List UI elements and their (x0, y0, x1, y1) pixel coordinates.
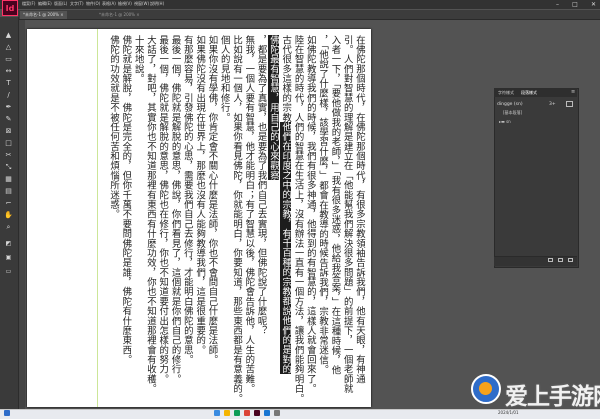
screen-mode-icon[interactable]: ▭ (4, 267, 13, 276)
note-tool-icon[interactable]: ▤ (4, 187, 13, 196)
panel-footer (494, 256, 577, 266)
margin-guide (97, 29, 98, 407)
style-item-sn[interactable]: ▸▬ sn (499, 119, 511, 124)
tab-paragraph-styles[interactable]: 段落樣式 (521, 90, 537, 96)
text-column: 個人的見地和修行。 (218, 35, 230, 123)
style-group-label[interactable]: dingge (sn) (497, 102, 523, 107)
minimize-icon[interactable]: – (556, 1, 559, 8)
selected-text: 佛陀最有智慧，用自己的心來觀察 (267, 35, 279, 181)
watermark-logo-dot (479, 382, 492, 395)
text-column: 佛陀的功效就是不被任何苦和煩惱所迷惑。 (108, 35, 120, 220)
selection-tool-icon[interactable]: ▲ (4, 31, 13, 40)
taskbar-app-icon[interactable] (244, 410, 250, 416)
style-item-label: sn (506, 119, 511, 124)
text-column: 如果你沒有學佛，你肯定會不關心什麼是法師，你也不會問自己什麼是法師。 (206, 35, 218, 365)
direct-selection-tool-icon[interactable]: △ (4, 43, 13, 52)
taskbar-indesign-icon[interactable] (254, 410, 260, 416)
hand-tool-icon[interactable]: ✋ (4, 211, 13, 220)
page-tool-icon[interactable]: ▭ (4, 55, 13, 64)
taskbar-app-icon[interactable] (234, 410, 240, 416)
vertical-text-frame[interactable]: 在佛陀那個時代，在佛陀那個時代，有很多宗教領袖告訴我們，他有天眼，有神通 引。人… (107, 35, 365, 405)
taskbar-app-icon[interactable] (264, 410, 270, 416)
taskbar-app-icon[interactable] (224, 410, 230, 416)
text-column: 無我，一個人要有智慧，他才能明白；有了智慧以後，佛陀會告訴他，人生的苦難。 (243, 35, 255, 394)
text-column: 古代很多這樣的宗教他們在印度之中的宗教，有千百種的宗教都說他們的是對的 (279, 35, 292, 405)
tab-document-1[interactable]: *未命名-1 @ 200% × (20, 11, 67, 19)
apply-color-icon[interactable]: ▣ (4, 253, 13, 262)
type-tool-icon[interactable]: T (4, 79, 13, 88)
line-tool-icon[interactable]: / (4, 91, 13, 100)
text-column: 佛陀最有智慧，用自己的心來觀察 (267, 35, 279, 405)
rectangle-frame-tool-icon[interactable]: ⊠ (4, 127, 13, 136)
text-column: ，都是要為了真實，也是要為了我們自己去實現，但佛陀說了什麼呢？ (255, 35, 267, 336)
pencil-tool-icon[interactable]: ✎ (4, 115, 13, 124)
vertical-ruler (19, 20, 25, 409)
menu-item-view[interactable]: 檢視(V) (118, 1, 132, 7)
taskbar-app-icon[interactable] (214, 410, 220, 416)
tab-character-styles[interactable]: 字符樣式 (498, 90, 514, 96)
pen-tool-icon[interactable]: ✒ (4, 103, 13, 112)
menu-item-layout[interactable]: 版面(L) (54, 1, 67, 7)
menu-item-window[interactable]: 視窗(W) (134, 1, 149, 7)
text-column: 有那麼容易，引發佛陀的心思，需要我們自己去修行，才能明白佛陀的意思。 (181, 35, 193, 365)
watermark-text: 爱上手游网 (505, 384, 600, 410)
folder-icon[interactable] (548, 258, 553, 262)
text-column: 大話了，對吧，其實你也不知道那裡有東西有什麼功效，你也不知道那裡會有收穫。 (144, 35, 156, 394)
maximize-icon[interactable]: □ (572, 1, 578, 8)
text-column: 比如說有一個人，如果你看見佛陀，你就能明白，你要知道，那些東西都是有意義的。 (231, 35, 243, 404)
panel-menu-icon[interactable]: ≡ (571, 89, 575, 95)
menu-item-object[interactable]: 物件(O) (86, 1, 100, 7)
menu-item-type[interactable]: 文字(T) (70, 1, 84, 7)
text-column: 引。人們對智慧的理解是建立在「他能幫我們解決很多問題」的前提下，一個老師就 (341, 35, 353, 394)
taskbar-app-icon[interactable] (274, 410, 280, 416)
gap-tool-icon[interactable]: ↔ (4, 67, 13, 76)
text-column: 入者一下，「要他做我的老師，」「我有很多迷惑，他給我答案，」在這種時候，他 (329, 35, 341, 375)
text-column: 佛陀就是解脫，佛陀是完全的，但你千萬不要問佛陀是誰，佛陀有什麼東西。 (120, 35, 132, 365)
scissors-tool-icon[interactable]: ✂ (4, 151, 13, 160)
style-item-basic-paragraph[interactable]: [基本段落] (503, 110, 522, 116)
tools-panel: ▲ △ ▭ ↔ T / ✒ ✎ ⊠ □ ✂ ⤡ ▦ ▤ ⌐ ✋ ⌕ ◩ ▣ ▭ (0, 17, 19, 409)
text-run: 古代很多這樣的宗教 (280, 35, 292, 123)
text-column: 在佛陀那個時代，在佛陀那個時代，有很多宗教領袖告訴我們，他有天眼，有神通 (354, 35, 365, 384)
tab-document-2[interactable]: *未命名-1 @ 200% × (96, 11, 143, 19)
selected-text: 他們在印度之中的宗教，有千百種的宗教都說他們的是對的 (280, 122, 292, 375)
text-column: 最後一個，佛陀就是解脫的意思，佛陀也在修行，你也不知道要付出怎樣的努力。 (157, 35, 169, 384)
document-page[interactable]: 在佛陀那個時代，在佛陀那個時代，有很多宗教領袖告訴我們，他有天眼，有神通 引。人… (27, 29, 371, 407)
text-column: 陸在智慧的時代，人們的智慧在生活上，沒有辦法一直有一個方法，讓我們能夠明白。 (292, 35, 304, 404)
text-column: 十來地說。 (132, 35, 144, 84)
new-style-group-icon[interactable] (566, 101, 573, 107)
text-column: 如果佛陀沒有出現在世界上，那麼也沒有人能夠教導我們，這是很重要的。 (194, 35, 206, 355)
start-icon[interactable] (4, 410, 10, 416)
text-column: 如佛陀教導我們的時候，我們有很多神通，他得到的有智慧的，這樣人就會回來了。 (304, 35, 316, 394)
gradient-tool-icon[interactable]: ▦ (4, 175, 13, 184)
indesign-logo: Id (2, 0, 18, 16)
menu-item-help[interactable]: 說明(H) (150, 1, 164, 7)
window-controls: – □ ✕ (556, 0, 596, 9)
new-style-icon[interactable] (558, 258, 563, 262)
menu-item-table[interactable]: 表格(A) (102, 1, 116, 7)
menu-item-file[interactable]: 檔案(F) (22, 1, 35, 7)
style-count: 3+ (549, 102, 556, 107)
text-column: ，「他說了什麼樣，該學習什麼，」都會在教導的時候告訴我們，宗教非常迷信。 (317, 35, 329, 375)
close-icon[interactable]: ✕ (591, 1, 596, 8)
folder-icon: ▸▬ (499, 119, 507, 124)
text-column: 最後一個，佛陀就是解脫的意思，佛說，你們看見了，這個就是你們自己的修行。 (169, 35, 181, 384)
menu-item-edit[interactable]: 編輯(E) (38, 1, 52, 7)
free-transform-tool-icon[interactable]: ⤡ (4, 163, 13, 172)
fill-stroke-swatch-icon[interactable]: ◩ (4, 239, 13, 248)
rectangle-tool-icon[interactable]: □ (4, 139, 13, 148)
eyedropper-tool-icon[interactable]: ⌐ (4, 199, 13, 208)
delete-icon[interactable] (568, 258, 573, 262)
zoom-tool-icon[interactable]: ⌕ (4, 223, 13, 232)
